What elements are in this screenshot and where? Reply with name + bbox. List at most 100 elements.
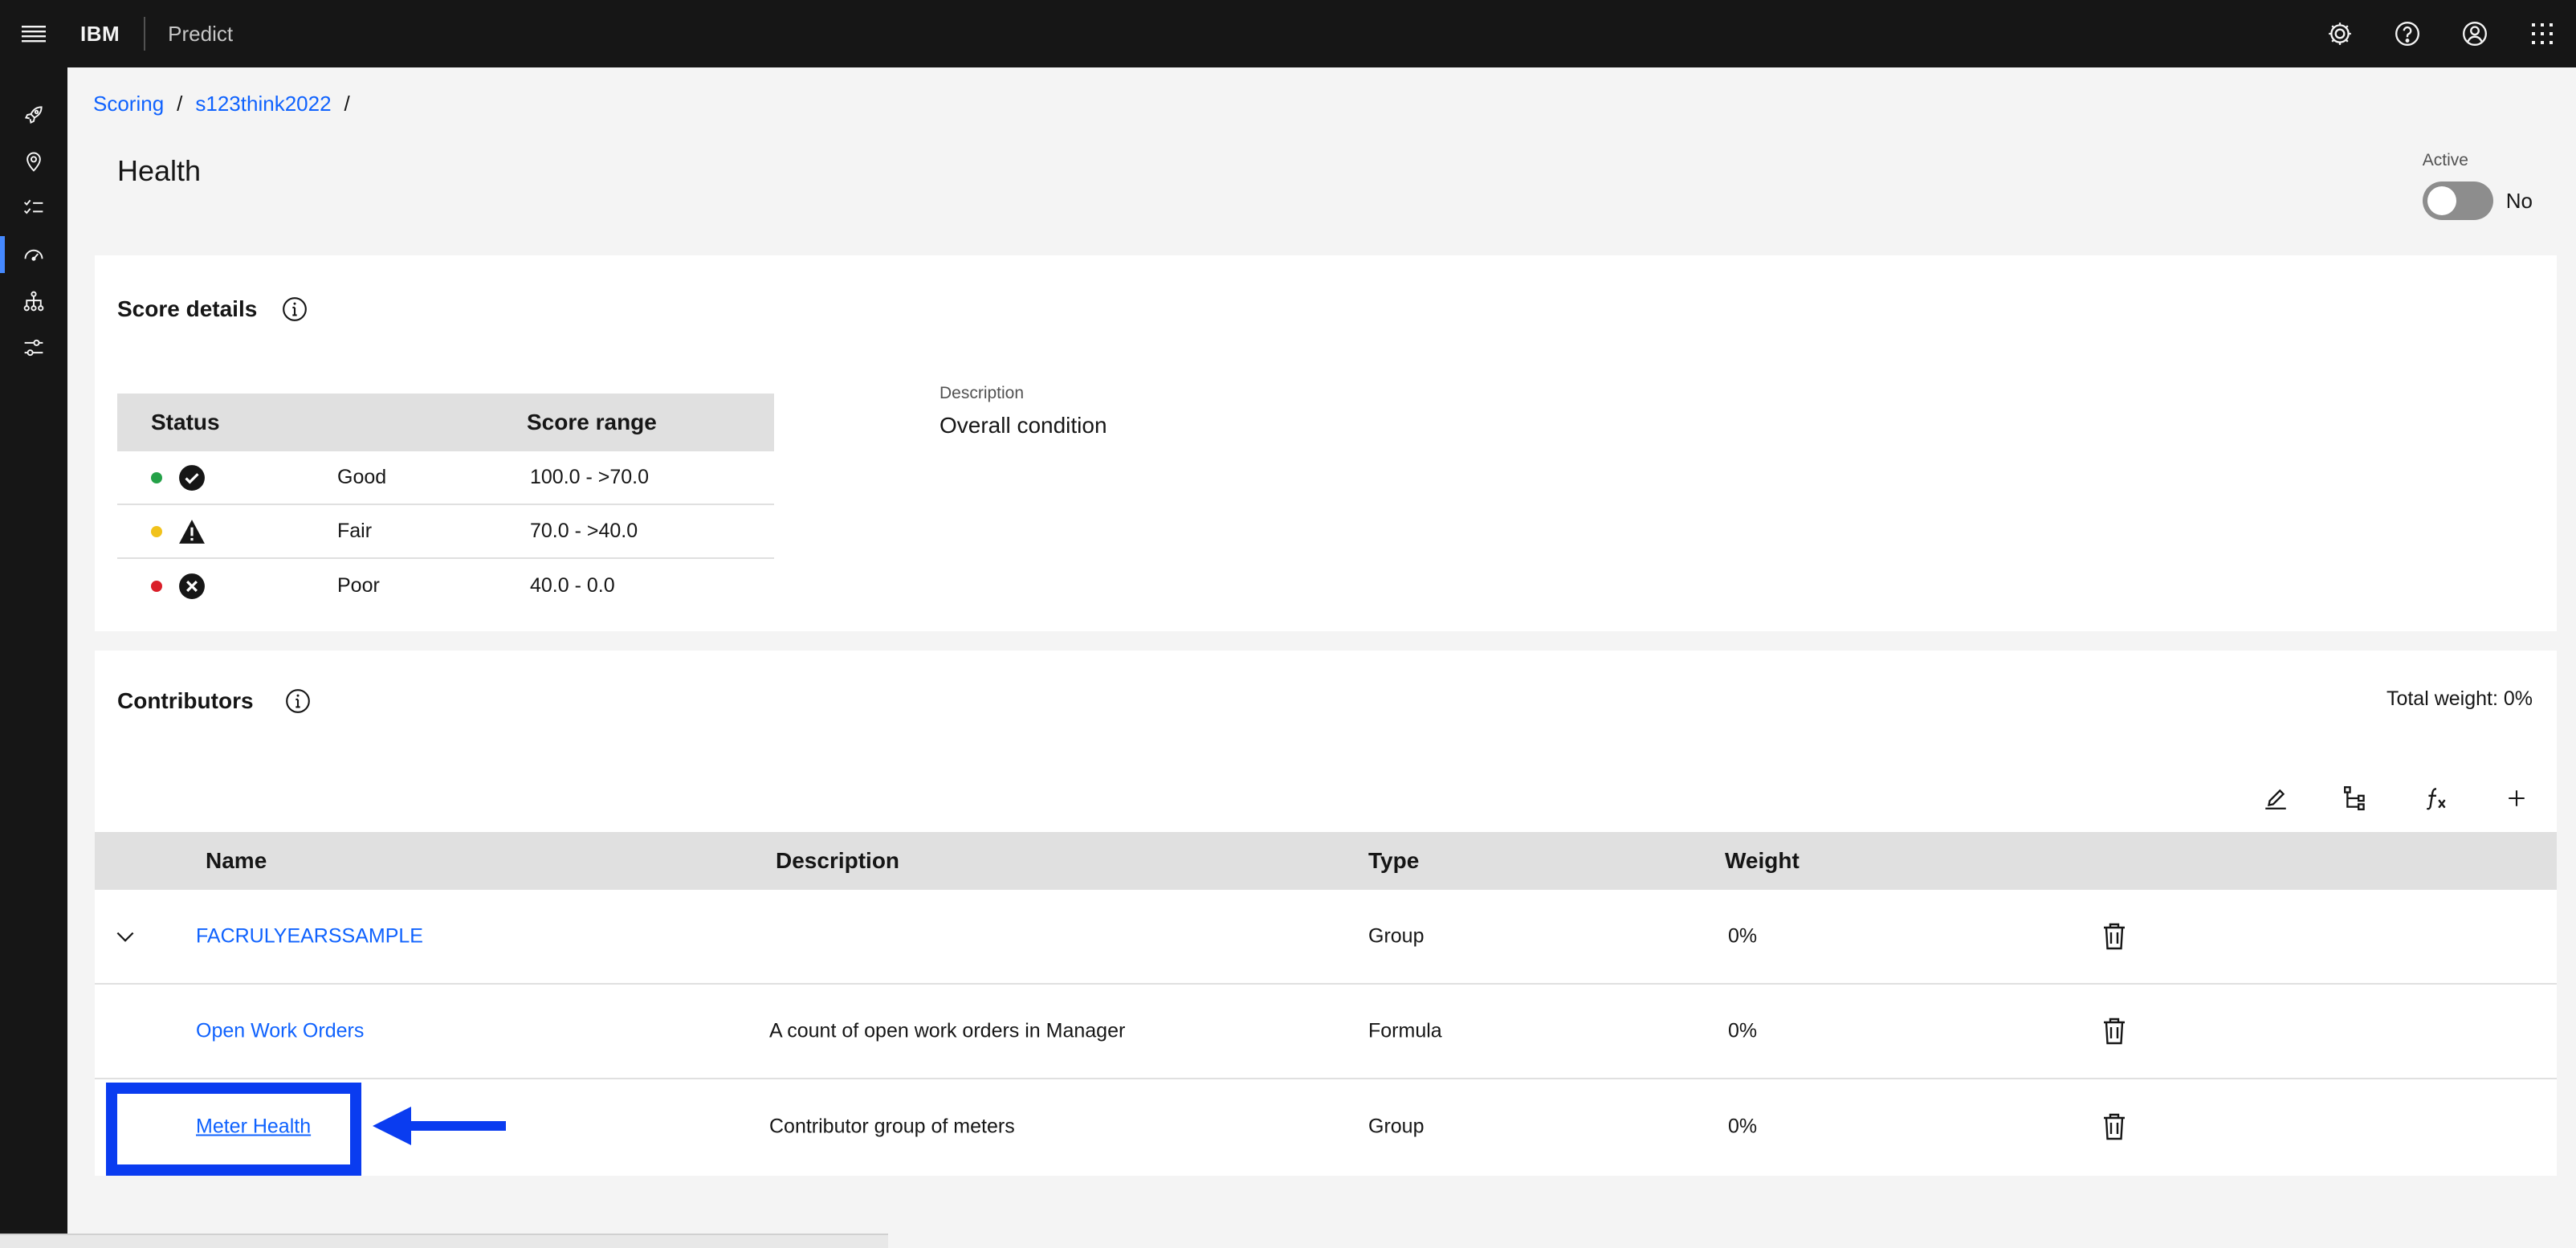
hamburger-menu-icon xyxy=(22,26,46,43)
app-switcher-button[interactable] xyxy=(2509,0,2576,67)
settings-button[interactable] xyxy=(2306,0,2374,67)
checklist-icon xyxy=(23,199,43,214)
horizontal-scrollbar[interactable] xyxy=(0,1234,888,1248)
status-label: Fair xyxy=(337,520,373,542)
user-icon xyxy=(2463,22,2487,46)
settings-adjust-icon xyxy=(24,339,43,357)
score-range: 100.0 - >70.0 xyxy=(530,466,650,488)
rail-item-scoring[interactable] xyxy=(0,231,67,278)
delete-row-button[interactable] xyxy=(2102,923,2126,950)
header-actions xyxy=(2306,0,2576,67)
contributor-name-link[interactable]: Meter Health xyxy=(196,1115,311,1139)
rocket-icon xyxy=(24,106,43,124)
score-details-card: Score details Status Score range Good 10… xyxy=(95,255,2557,631)
contributors-heading: Contributors xyxy=(117,687,312,715)
page-title: Health xyxy=(117,154,202,187)
status-row-fair: Fair 70.0 - >40.0 xyxy=(117,505,774,559)
trash-can-icon xyxy=(2104,1018,2125,1045)
type-column-header: Type xyxy=(1368,848,1420,873)
expand-row-button[interactable] xyxy=(114,925,137,948)
status-label: Poor xyxy=(337,574,380,597)
description-block: Description Overall condition xyxy=(940,384,1107,438)
breadcrumb: Scoring / s123think2022 / xyxy=(93,92,363,116)
contributors-title: Contributors xyxy=(117,688,254,713)
rail-item-rocket[interactable] xyxy=(0,92,67,138)
breadcrumb-model[interactable]: s123think2022 xyxy=(195,92,331,116)
status-dot-fair xyxy=(151,525,162,537)
contributor-weight: 0% xyxy=(1728,924,1758,948)
status-row-poor: Poor 40.0 - 0.0 xyxy=(117,559,774,613)
help-button[interactable] xyxy=(2374,0,2441,67)
annotation-arrow-icon xyxy=(373,1107,506,1145)
edit-icon xyxy=(2265,789,2286,810)
description-label: Description xyxy=(940,384,1025,402)
score-range: 70.0 - >40.0 xyxy=(530,520,638,542)
app-switcher-icon xyxy=(2532,23,2553,44)
rail-item-location[interactable] xyxy=(0,138,67,185)
hierarchy-icon xyxy=(23,291,44,312)
table-row: FACRULYEARSSAMPLE Group 0% xyxy=(95,890,2557,985)
toggle-knob xyxy=(2427,186,2456,215)
delete-row-button[interactable] xyxy=(2102,1018,2126,1045)
breadcrumb-scoring[interactable]: Scoring xyxy=(93,92,164,116)
contributors-info-button[interactable] xyxy=(284,687,312,715)
add-icon xyxy=(2509,790,2525,806)
name-column-header: Name xyxy=(206,848,267,873)
product-name[interactable]: Predict xyxy=(145,22,233,47)
function-icon xyxy=(2426,788,2446,810)
add-contributor-button[interactable] xyxy=(2476,766,2557,830)
user-profile-button[interactable] xyxy=(2441,0,2509,67)
contributor-weight: 0% xyxy=(1728,1019,1758,1042)
menu-button[interactable] xyxy=(0,0,67,67)
contributor-name-link[interactable]: Open Work Orders xyxy=(196,1020,364,1043)
main-content: Scoring / s123think2022 / Health Active … xyxy=(67,67,2576,1248)
status-table-header: Status Score range xyxy=(117,394,774,451)
breadcrumb-separator: / xyxy=(177,92,183,116)
active-toggle-group: Active No xyxy=(2422,151,2533,220)
score-details-title: Score details xyxy=(117,296,258,321)
error-filled-icon xyxy=(178,573,206,600)
chevron-down-icon xyxy=(116,932,134,942)
score-details-info-button[interactable] xyxy=(281,296,308,323)
trash-can-icon xyxy=(2104,1113,2125,1140)
status-label: Good xyxy=(337,466,387,488)
status-dot-poor xyxy=(151,580,162,592)
contributor-description: Contributor group of meters xyxy=(769,1115,1015,1138)
contributor-description: A count of open work orders in Manager xyxy=(769,1019,1126,1042)
contributor-name-link[interactable]: FACRULYEARSSAMPLE xyxy=(196,925,423,948)
contributor-type: Group xyxy=(1368,1115,1425,1138)
information-icon xyxy=(285,689,310,713)
status-column-header: Status xyxy=(151,410,220,434)
status-table: Status Score range Good 100.0 - >70.0 Fa… xyxy=(117,394,774,613)
score-details-heading: Score details xyxy=(117,296,308,323)
help-icon xyxy=(2395,22,2419,46)
rail-item-settings-adjust[interactable] xyxy=(0,324,67,371)
function-button[interactable] xyxy=(2396,766,2476,830)
active-toggle[interactable] xyxy=(2422,181,2493,220)
warning-filled-icon xyxy=(178,518,206,545)
edit-button[interactable] xyxy=(2236,766,2316,830)
contributors-table-header: Name Description Type Weight xyxy=(95,832,2557,890)
top-header: IBM Predict xyxy=(0,0,2576,67)
brand-name[interactable]: IBM xyxy=(67,22,144,47)
delete-row-button[interactable] xyxy=(2102,1113,2126,1140)
rail-item-checklist[interactable] xyxy=(0,185,67,231)
total-weight: Total weight: 0% xyxy=(2386,687,2533,710)
status-row-good: Good 100.0 - >70.0 xyxy=(117,451,774,505)
breadcrumb-separator: / xyxy=(344,92,350,116)
dashboard-gauge-icon xyxy=(24,249,43,261)
tree-view-button[interactable] xyxy=(2316,766,2396,830)
contributors-card: Contributors Total weight: 0% Name Descr… xyxy=(95,651,2557,1176)
contributor-type: Formula xyxy=(1368,1019,1442,1042)
contributor-type: Group xyxy=(1368,924,1425,948)
rail-item-hierarchy[interactable] xyxy=(0,278,67,324)
trash-can-icon xyxy=(2104,923,2125,950)
active-label: Active xyxy=(2422,151,2468,169)
active-toggle-value: No xyxy=(2505,188,2533,213)
contributors-toolbar xyxy=(2236,766,2557,830)
score-range: 40.0 - 0.0 xyxy=(530,574,615,597)
status-dot-good xyxy=(151,471,162,483)
location-icon xyxy=(26,152,41,172)
side-navigation-rail xyxy=(0,67,67,1248)
description-value: Overall condition xyxy=(940,413,1107,438)
